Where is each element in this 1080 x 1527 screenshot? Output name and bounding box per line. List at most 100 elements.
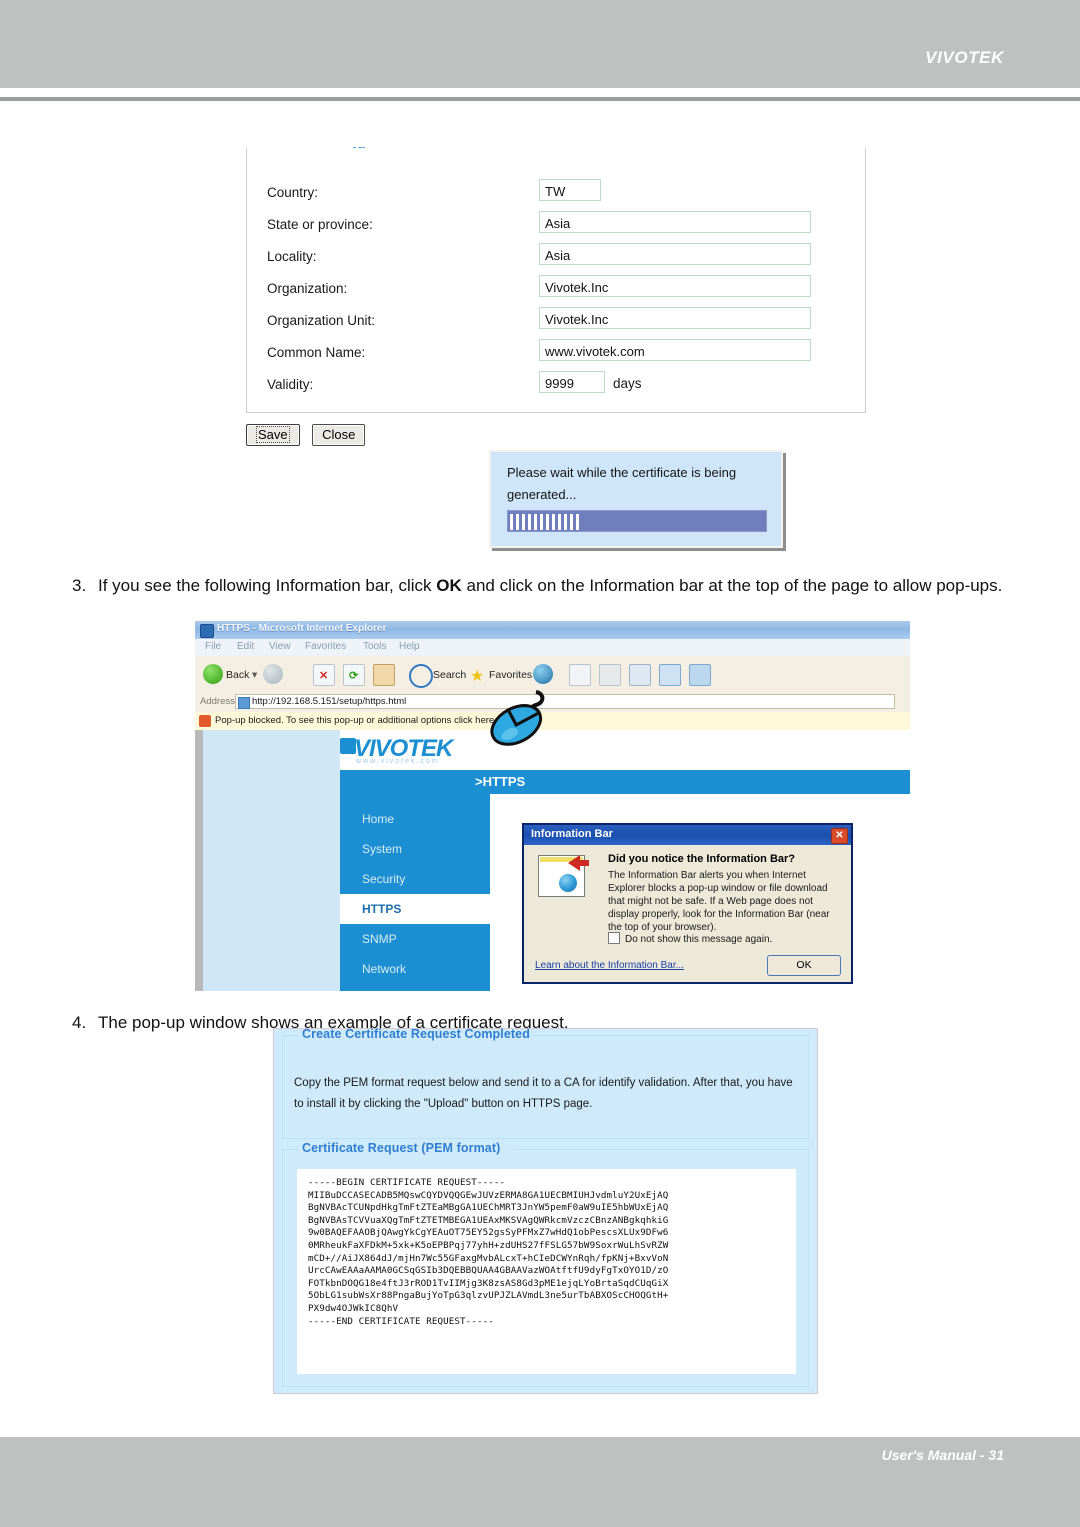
step-3-number: 3. — [72, 576, 87, 595]
refresh-glyph: ⟳ — [349, 670, 359, 682]
address-label: Address — [200, 696, 235, 707]
page-header-band — [0, 0, 1080, 88]
address-input[interactable]: http://192.168.5.151/setup/https.html — [235, 694, 895, 709]
search-button-label[interactable]: Search — [433, 669, 466, 681]
do-not-show-label: Do not show this message again. — [625, 934, 773, 945]
menu-edit[interactable]: Edit — [237, 641, 254, 652]
menu-help[interactable]: Help — [399, 641, 420, 652]
input-locality[interactable] — [539, 243, 811, 265]
sidebar-item-https[interactable]: HTTPS — [340, 894, 490, 924]
certificate-description: Copy the PEM format request below and se… — [294, 1077, 793, 1110]
label-validity: Validity: — [267, 377, 314, 392]
input-validity[interactable] — [539, 371, 605, 393]
browser-window-title: HTTPS - Microsoft Internet Explorer — [217, 623, 387, 634]
validity-unit-label: days — [613, 376, 642, 391]
certificate-request-window: Create Certificate Request Completed Cop… — [273, 1027, 818, 1394]
menu-file[interactable]: File — [205, 641, 221, 652]
certificate-generating-dialog: Please wait while the certificate is bei… — [489, 450, 783, 548]
label-locality: Locality: — [267, 249, 317, 264]
create-certificate-panel: Country: State or province: Locality: Or… — [246, 148, 866, 413]
learn-more-link[interactable]: Learn about the Information Bar... — [535, 960, 684, 971]
ie-logo-icon — [200, 624, 214, 638]
close-icon[interactable]: ✕ — [831, 828, 848, 844]
search-icon[interactable] — [409, 664, 433, 688]
menu-tools[interactable]: Tools — [363, 641, 386, 652]
sidebar-item-security[interactable]: Security — [340, 864, 490, 894]
label-common-name: Common Name: — [267, 345, 366, 360]
info-bar-message: Pop-up blocked. To see this pop-up or ad… — [215, 715, 503, 726]
brand-name: VIVOTEK — [925, 48, 1004, 67]
form-row-country: Country: — [247, 178, 865, 210]
label-state-or-province: State or province: — [267, 217, 373, 232]
pem-text-box[interactable]: -----BEGIN CERTIFICATE REQUEST----- MIIB… — [297, 1169, 796, 1374]
checkbox-box-icon[interactable] — [608, 932, 620, 944]
step-3-text: If you see the following Information bar… — [98, 573, 1007, 599]
label-organization-unit: Organization Unit: — [267, 313, 376, 328]
input-organization[interactable] — [539, 275, 811, 297]
pem-certificate-text: -----BEGIN CERTIFICATE REQUEST----- MIIB… — [308, 1177, 669, 1327]
favorites-star-icon[interactable]: ★ — [470, 666, 484, 686]
site-sidebar-nav: Home System Security HTTPS SNMP Network — [340, 794, 490, 991]
site-page-title: >HTTPS — [475, 774, 526, 789]
save-button-label: Save — [256, 426, 290, 443]
page-left-gutter — [195, 730, 203, 991]
site-page-header: >HTTPS — [340, 770, 910, 794]
sidebar-item-snmp[interactable]: SNMP — [340, 924, 490, 954]
label-country: Country: — [267, 185, 319, 200]
print-icon[interactable] — [629, 664, 651, 686]
browser-title-bar: HTTPS - Microsoft Internet Explorer — [195, 621, 910, 639]
history-icon[interactable] — [569, 664, 591, 686]
input-country[interactable] — [539, 179, 601, 201]
menu-view[interactable]: View — [269, 641, 291, 652]
input-common-name[interactable] — [539, 339, 811, 361]
globe-icon — [559, 874, 577, 892]
sidebar-item-system[interactable]: System — [340, 834, 490, 864]
form-row-locality: Locality: — [247, 242, 865, 274]
generating-message: Please wait while the certificate is bei… — [507, 465, 737, 502]
mail-icon[interactable] — [599, 664, 621, 686]
dialog-body-text: The Information Bar alerts you when Inte… — [608, 870, 830, 933]
media-icon[interactable] — [533, 664, 553, 684]
form-row-organization-unit: Organization Unit: — [247, 306, 865, 338]
forward-icon[interactable] — [263, 664, 283, 684]
dialog-title-text: Information Bar — [531, 828, 613, 840]
form-row-state: State or province: — [247, 210, 865, 242]
red-arrow-tail-icon — [579, 860, 589, 866]
form-row-common-name: Common Name: — [247, 338, 865, 370]
step-4-number: 4. — [72, 1013, 87, 1032]
form-row-organization: Organization: — [247, 274, 865, 306]
information-bar-dialog: Information Bar ✕ Did you notice the Inf… — [522, 823, 853, 984]
step-3-text-before: If you see the following Information bar… — [98, 576, 437, 595]
page-favicon-icon — [238, 697, 250, 709]
input-state-or-province[interactable] — [539, 211, 811, 233]
create-certificate-button-row: Save Close — [246, 424, 373, 446]
generating-progress-bar — [507, 510, 767, 532]
address-url-text: http://192.168.5.151/setup/https.html — [252, 696, 407, 707]
dialog-title-bar: Information Bar ✕ — [524, 825, 851, 845]
label-organization: Organization: — [267, 281, 348, 296]
back-button-label[interactable]: Back — [226, 669, 249, 681]
edit-icon[interactable] — [659, 664, 681, 686]
favorites-button-label[interactable]: Favorites — [489, 669, 532, 681]
save-button[interactable]: Save — [246, 424, 300, 446]
home-icon[interactable] — [373, 664, 395, 686]
messenger-icon[interactable] — [689, 664, 711, 686]
back-dropdown-icon[interactable]: ▾ — [252, 669, 257, 681]
sidebar-item-network[interactable]: Network — [340, 954, 490, 984]
close-button[interactable]: Close — [312, 424, 366, 446]
dialog-heading: Did you notice the Information Bar? — [608, 853, 796, 865]
do-not-show-checkbox[interactable]: Do not show this message again. — [608, 932, 772, 945]
footer-manual-label: User's Manual - 31 — [881, 1447, 1004, 1463]
info-bar-shield-icon — [199, 715, 211, 727]
mouse-pointer-illustration-icon — [490, 690, 545, 746]
ok-button[interactable]: OK — [767, 955, 841, 976]
menu-favorites[interactable]: Favorites — [305, 641, 346, 652]
close-button-label: Close — [322, 427, 356, 442]
header-divider — [0, 97, 1080, 101]
generating-progress-fill — [510, 514, 582, 530]
back-icon[interactable] — [203, 664, 223, 684]
site-logo-bar: VIVOTEK www.vivotek.com — [340, 730, 910, 770]
sidebar-item-home[interactable]: Home — [340, 804, 490, 834]
stop-glyph: ✕ — [319, 670, 329, 682]
input-organization-unit[interactable] — [539, 307, 811, 329]
